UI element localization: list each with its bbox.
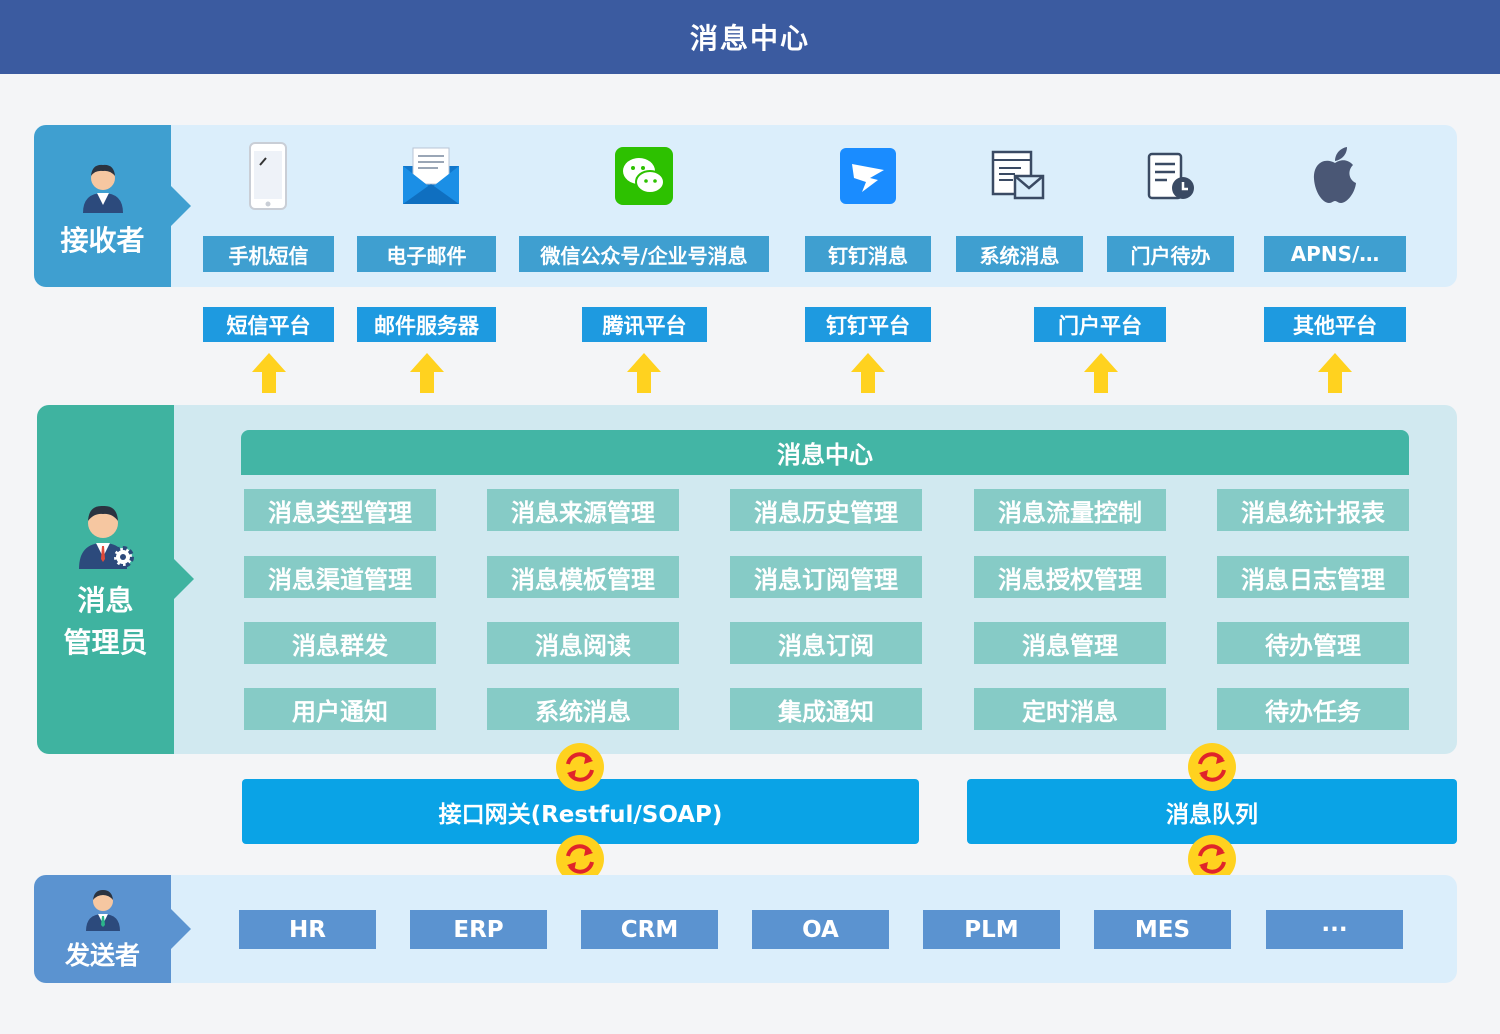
function-item: 消息类型管理 [244,489,436,531]
email-envelope-icon [403,147,459,204]
function-item: 用户通知 [244,688,436,730]
wechat-icon [615,147,673,205]
source-system: ERP [410,910,547,949]
function-item: 消息管理 [974,622,1166,664]
mobile-phone-icon [249,142,287,210]
function-item: 集成通知 [730,688,922,730]
channel-label: 钉钉消息 [805,236,931,272]
sender-pointer [171,909,191,949]
platform-label: 其他平台 [1264,307,1406,342]
function-item: 消息订阅 [730,622,922,664]
portal-todo-icon [1147,152,1194,200]
function-item: 系统消息 [487,688,679,730]
sender-sidebar: 发送者 [34,875,171,983]
sender-label: 发送者 [64,940,140,970]
apple-icon [1313,147,1356,203]
page-title: 消息中心 [0,0,1500,74]
platform-label: 邮件服务器 [357,307,496,342]
sync-icon [556,743,604,791]
admin-label-line1: 消息 [77,583,134,617]
receiver-person-icon [83,164,123,213]
function-item: 消息流量控制 [974,489,1166,531]
source-system: PLM [923,910,1060,949]
function-item: 消息日志管理 [1217,556,1409,598]
admin-sidebar: 消息 管理员 [37,405,174,754]
source-system: ··· [1266,910,1403,949]
platform-label: 钉钉平台 [805,307,931,342]
receiver-pointer [171,186,191,226]
sender-person-icon [86,890,120,931]
function-item: 定时消息 [974,688,1166,730]
function-item: 待办管理 [1217,622,1409,664]
source-system: CRM [581,910,718,949]
dingtalk-icon [840,148,896,204]
channel-label: APNS/… [1264,236,1406,272]
channel-label: 手机短信 [203,236,334,272]
platform-label: 门户平台 [1034,307,1166,342]
hub-title: 消息中心 [241,430,1409,475]
up-arrow-icon [851,353,885,393]
function-item: 消息统计报表 [1217,489,1409,531]
admin-pointer [174,559,194,599]
up-arrow-icon [627,353,661,393]
function-item: 消息群发 [244,622,436,664]
function-item: 消息阅读 [487,622,679,664]
up-arrow-icon [1084,353,1118,393]
function-item: 消息订阅管理 [730,556,922,598]
up-arrow-icon [410,353,444,393]
channel-label: 系统消息 [956,236,1083,272]
function-item: 消息模板管理 [487,556,679,598]
channel-label: 门户待办 [1107,236,1234,272]
system-message-icon [991,150,1045,200]
receiver-sidebar: 接收者 [34,125,171,287]
channel-label: 微信公众号/企业号消息 [519,236,769,272]
sync-icon [1188,743,1236,791]
function-item: 消息来源管理 [487,489,679,531]
channel-label: 电子邮件 [357,236,496,272]
source-system: MES [1094,910,1231,949]
up-arrow-icon [1318,353,1352,393]
source-system: OA [752,910,889,949]
source-system: HR [239,910,376,949]
platform-label: 腾讯平台 [582,307,707,342]
receiver-label: 接收者 [60,223,145,257]
function-item: 消息渠道管理 [244,556,436,598]
function-item: 消息授权管理 [974,556,1166,598]
function-item: 待办任务 [1217,688,1409,730]
platform-label: 短信平台 [203,307,334,342]
admin-person-icon [79,505,134,569]
admin-label-line2: 管理员 [63,625,148,659]
function-item: 消息历史管理 [730,489,922,531]
up-arrow-icon [252,353,286,393]
